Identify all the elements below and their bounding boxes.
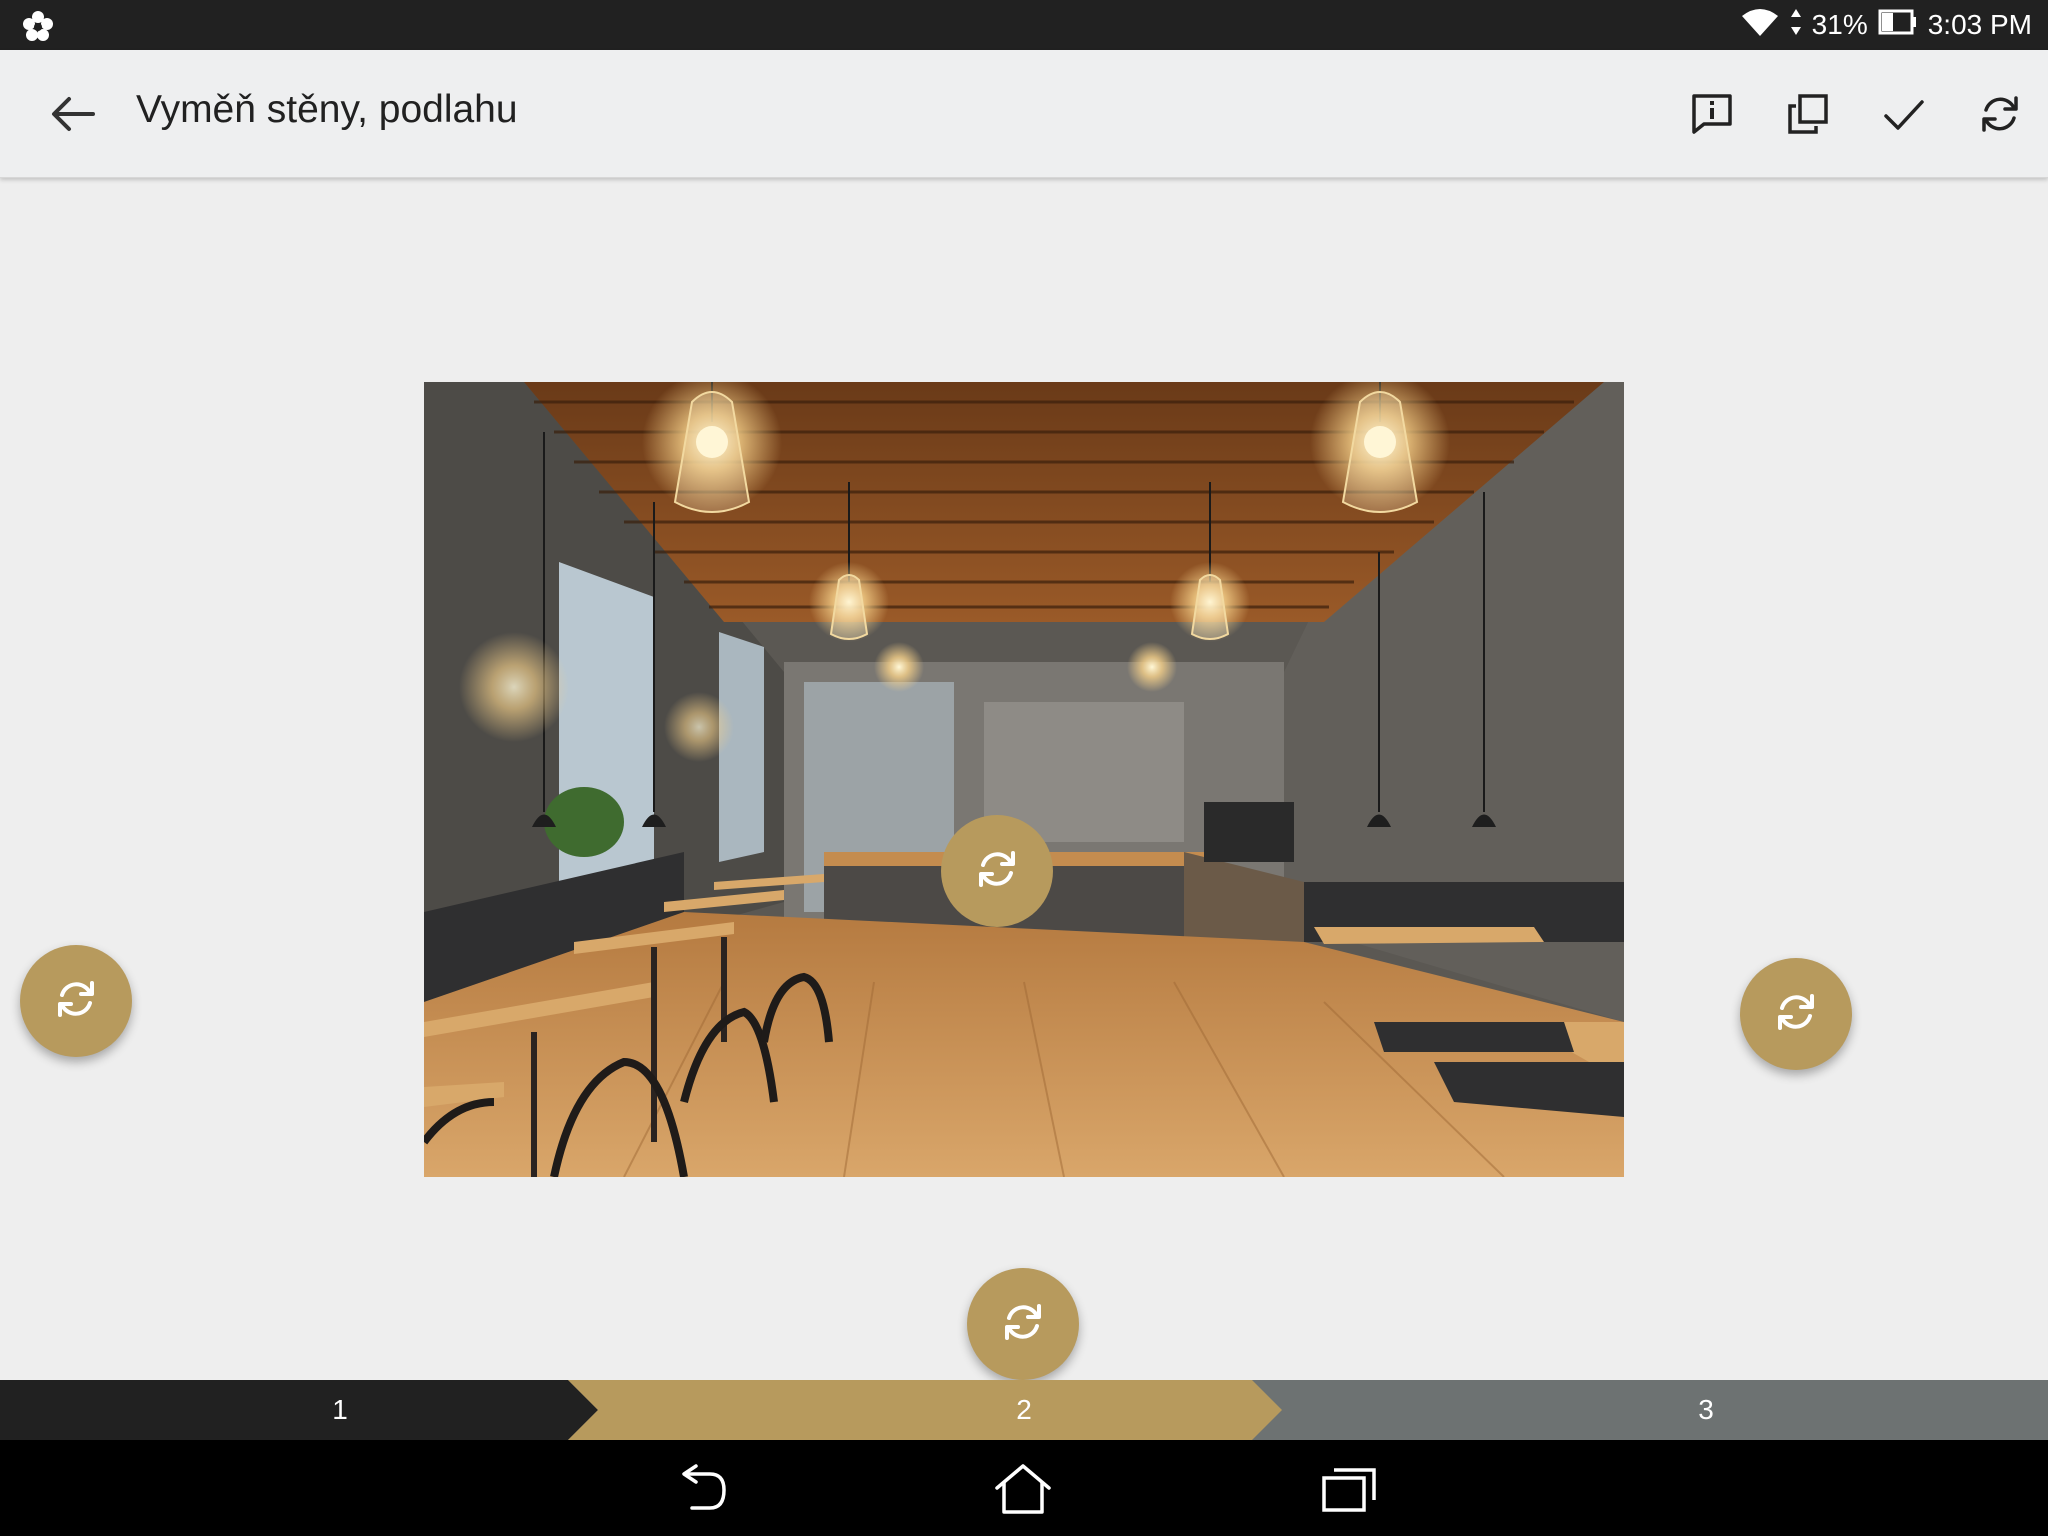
copy-icon[interactable] [1760,66,1856,162]
refresh-icon[interactable] [1952,66,2048,162]
swap-image-button-center[interactable] [941,815,1053,927]
page-title: Vyměň stěny, podlahu [136,88,518,131]
swap-floor-button[interactable] [967,1268,1079,1380]
flower-icon [22,10,54,42]
arrow-back-icon[interactable] [38,86,108,142]
swap-wall-right-button[interactable] [1740,958,1852,1070]
data-arrows-icon [1790,7,1802,44]
clock: 3:03 PM [1927,9,2032,40]
info-comment-icon[interactable] [1664,66,1760,162]
swap-refresh-icon [974,846,1020,897]
battery-icon [1878,8,1918,43]
step-progress-bar: 1 2 3 [0,1380,2048,1440]
swap-refresh-icon [1773,989,1819,1040]
app-bar: Vyměň stěny, podlahu [0,50,2048,178]
status-bar: 31% 3:03 PM [0,0,2048,50]
cafe-interior-image [424,382,1624,1177]
check-icon[interactable] [1856,66,1952,162]
battery-percent: 31% [1811,9,1868,40]
nav-recents-icon[interactable] [1310,1454,1390,1524]
system-nav-bar [0,1440,2048,1536]
step-1[interactable]: 1 [310,1380,370,1440]
swap-wall-left-button[interactable] [20,945,132,1057]
nav-back-icon[interactable] [660,1454,740,1524]
step-2[interactable]: 2 [994,1380,1054,1440]
nav-home-icon[interactable] [983,1454,1063,1524]
wifi-icon [1740,6,1780,45]
step-3[interactable]: 3 [1676,1380,1736,1440]
swap-refresh-icon [53,976,99,1027]
swap-refresh-icon [1000,1299,1046,1350]
